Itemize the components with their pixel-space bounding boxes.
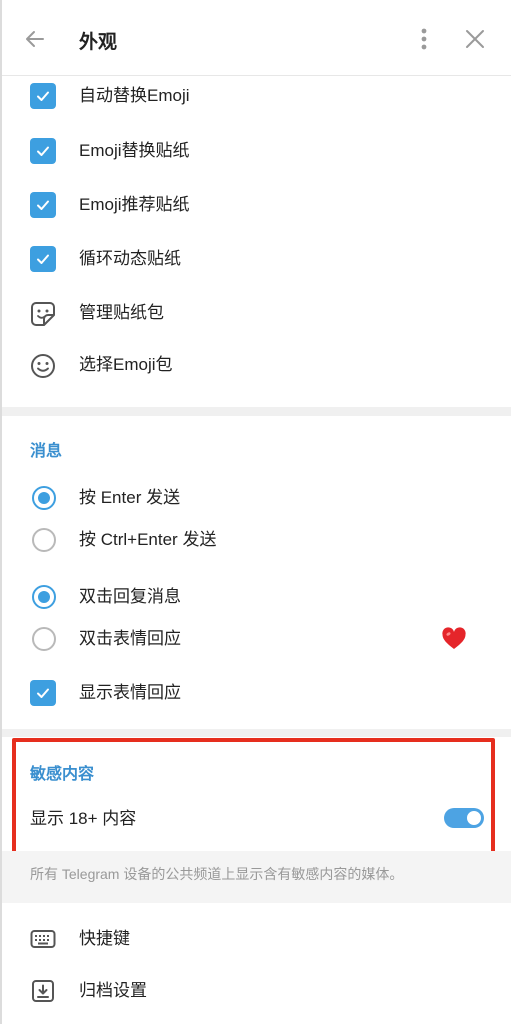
sensitive-hint-text: 所有 Telegram 设备的公共频道上显示含有敏感内容的媒体。	[30, 866, 404, 882]
send-with-ctrl-enter-radio[interactable]	[32, 528, 56, 552]
arrow-left-icon	[26, 31, 44, 47]
sticker-icon	[31, 302, 55, 326]
archive-icon	[32, 980, 54, 1002]
double-click-reply-label: 双击回复消息	[79, 587, 181, 606]
close-button[interactable]	[460, 24, 490, 54]
close-icon	[466, 30, 484, 48]
appearance-settings-panel: 外观 自动替换Emoji Emoji替换贴纸 Emoji推荐贴纸 循环动态贴纸	[0, 0, 511, 1024]
emoji-replace-sticker-checkbox[interactable]	[30, 138, 56, 164]
more-menu-button[interactable]	[410, 24, 438, 54]
show-18plus-label: 显示 18+ 内容	[30, 809, 137, 828]
send-with-enter-label: 按 Enter 发送	[79, 488, 181, 507]
double-click-reply-radio[interactable]	[32, 585, 56, 609]
manage-sticker-packs-label: 管理贴纸包	[79, 303, 164, 322]
choose-emoji-pack-label: 选择Emoji包	[79, 355, 173, 374]
shortcuts-button[interactable]	[29, 925, 57, 953]
show-reactions-checkbox[interactable]	[30, 680, 56, 706]
check-icon	[37, 91, 49, 101]
check-icon	[37, 200, 49, 210]
messages-section-title: 消息	[30, 443, 63, 460]
show-18plus-toggle[interactable]	[444, 808, 484, 828]
choose-emoji-pack-button[interactable]	[29, 352, 57, 380]
highlight-box	[12, 738, 495, 855]
check-icon	[37, 254, 49, 264]
loop-animated-stickers-label: 循环动态贴纸	[79, 249, 181, 268]
manage-sticker-packs-button[interactable]	[29, 300, 57, 328]
double-click-reaction-radio[interactable]	[32, 627, 56, 651]
back-button[interactable]	[20, 24, 50, 54]
emoji-suggest-sticker-checkbox[interactable]	[30, 192, 56, 218]
toggle-knob	[465, 809, 483, 827]
section-divider	[0, 407, 511, 416]
emoji-replace-sticker-label: Emoji替换贴纸	[79, 141, 190, 160]
keyboard-icon	[30, 930, 56, 948]
auto-replace-emoji-label: 自动替换Emoji	[79, 86, 190, 105]
header-bar: 外观	[0, 0, 511, 76]
radio-dot	[38, 591, 50, 603]
send-with-ctrl-enter-label: 按 Ctrl+Enter 发送	[79, 530, 217, 549]
more-vertical-icon	[421, 28, 427, 50]
smile-icon	[31, 354, 55, 378]
sensitive-section-title: 敏感内容	[30, 766, 95, 783]
page-title: 外观	[79, 32, 118, 53]
loop-animated-stickers-checkbox[interactable]	[30, 246, 56, 272]
double-click-reaction-label: 双击表情回应	[79, 629, 181, 648]
shortcuts-label: 快捷键	[79, 929, 130, 948]
heart-icon	[442, 627, 466, 649]
emoji-suggest-sticker-label: Emoji推荐贴纸	[79, 195, 190, 214]
check-icon	[37, 688, 49, 698]
reaction-picker-button[interactable]	[441, 627, 467, 651]
section-divider	[0, 729, 511, 737]
archive-settings-button[interactable]	[29, 977, 57, 1005]
window-left-border	[0, 0, 2, 1024]
send-with-enter-radio[interactable]	[32, 486, 56, 510]
show-reactions-label: 显示表情回应	[79, 683, 181, 702]
check-icon	[37, 146, 49, 156]
radio-dot	[38, 492, 50, 504]
auto-replace-emoji-checkbox[interactable]	[30, 83, 56, 109]
archive-settings-label: 归档设置	[79, 981, 147, 1000]
